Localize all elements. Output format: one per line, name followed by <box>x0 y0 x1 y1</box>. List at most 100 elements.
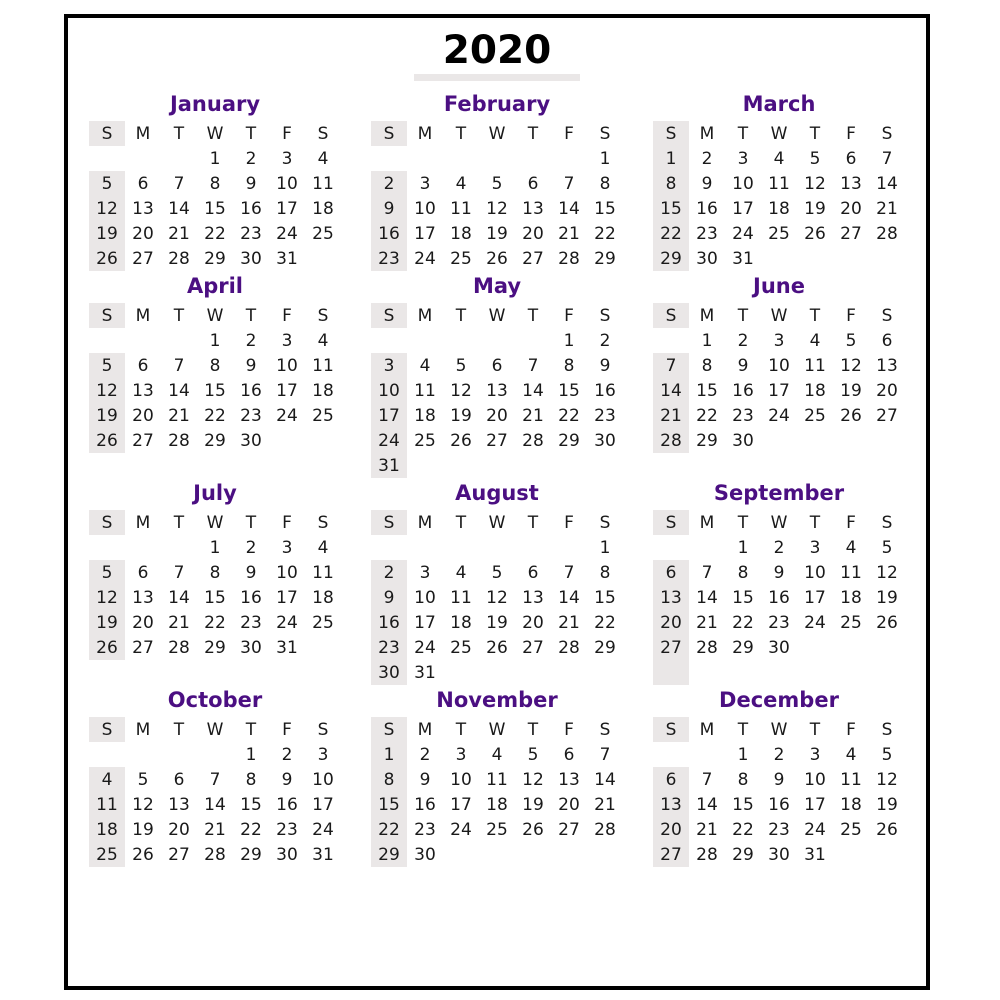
day-cell[interactable]: 10 <box>407 196 443 221</box>
day-cell[interactable]: 30 <box>233 246 269 271</box>
day-cell[interactable]: 10 <box>407 585 443 610</box>
day-cell[interactable]: 9 <box>233 353 269 378</box>
day-cell[interactable]: 25 <box>443 635 479 660</box>
day-cell[interactable]: 24 <box>371 428 407 453</box>
day-cell[interactable]: 30 <box>689 246 725 271</box>
day-cell[interactable]: 18 <box>443 221 479 246</box>
day-cell[interactable]: 19 <box>89 221 125 246</box>
day-cell[interactable]: 10 <box>269 353 305 378</box>
day-cell[interactable]: 6 <box>551 742 587 767</box>
day-cell[interactable]: 9 <box>689 171 725 196</box>
day-cell[interactable]: 9 <box>761 560 797 585</box>
day-cell[interactable]: 27 <box>125 246 161 271</box>
day-cell[interactable]: 29 <box>197 246 233 271</box>
day-cell[interactable]: 28 <box>161 246 197 271</box>
day-cell[interactable]: 6 <box>869 328 905 353</box>
day-cell[interactable]: 2 <box>233 328 269 353</box>
day-cell[interactable]: 20 <box>125 403 161 428</box>
day-cell[interactable]: 19 <box>89 403 125 428</box>
day-cell[interactable]: 10 <box>371 378 407 403</box>
day-cell[interactable]: 29 <box>653 246 689 271</box>
day-cell[interactable]: 20 <box>125 610 161 635</box>
day-cell[interactable]: 19 <box>89 610 125 635</box>
day-cell[interactable]: 28 <box>689 635 725 660</box>
day-cell[interactable]: 13 <box>161 792 197 817</box>
day-cell[interactable]: 17 <box>797 792 833 817</box>
day-cell[interactable]: 23 <box>761 610 797 635</box>
day-cell[interactable]: 6 <box>833 146 869 171</box>
day-cell[interactable]: 5 <box>515 742 551 767</box>
day-cell[interactable]: 7 <box>161 171 197 196</box>
day-cell[interactable]: 12 <box>833 353 869 378</box>
day-cell[interactable]: 3 <box>725 146 761 171</box>
day-cell[interactable]: 17 <box>269 196 305 221</box>
day-cell[interactable]: 11 <box>305 560 341 585</box>
day-cell[interactable]: 14 <box>869 171 905 196</box>
day-cell[interactable]: 23 <box>371 635 407 660</box>
day-cell[interactable]: 24 <box>443 817 479 842</box>
day-cell[interactable]: 2 <box>233 535 269 560</box>
day-cell[interactable]: 31 <box>407 660 443 685</box>
day-cell[interactable]: 8 <box>587 171 623 196</box>
day-cell[interactable]: 24 <box>269 610 305 635</box>
day-cell[interactable]: 27 <box>869 403 905 428</box>
day-cell[interactable]: 12 <box>89 196 125 221</box>
day-cell[interactable]: 15 <box>371 792 407 817</box>
day-cell[interactable]: 15 <box>587 585 623 610</box>
day-cell[interactable]: 27 <box>653 842 689 867</box>
day-cell[interactable]: 3 <box>407 171 443 196</box>
day-cell[interactable]: 10 <box>269 171 305 196</box>
day-cell[interactable]: 9 <box>269 767 305 792</box>
day-cell[interactable]: 2 <box>761 742 797 767</box>
day-cell[interactable]: 29 <box>197 635 233 660</box>
day-cell[interactable]: 17 <box>443 792 479 817</box>
day-cell[interactable]: 31 <box>725 246 761 271</box>
day-cell[interactable]: 26 <box>869 610 905 635</box>
day-cell[interactable]: 13 <box>125 196 161 221</box>
day-cell[interactable]: 24 <box>305 817 341 842</box>
day-cell[interactable]: 16 <box>587 378 623 403</box>
day-cell[interactable]: 5 <box>89 560 125 585</box>
day-cell[interactable]: 10 <box>797 767 833 792</box>
day-cell[interactable]: 20 <box>833 196 869 221</box>
day-cell[interactable]: 15 <box>551 378 587 403</box>
day-cell[interactable]: 20 <box>479 403 515 428</box>
day-cell[interactable]: 27 <box>125 428 161 453</box>
day-cell[interactable]: 6 <box>653 767 689 792</box>
day-cell[interactable]: 15 <box>197 585 233 610</box>
day-cell[interactable]: 28 <box>689 842 725 867</box>
day-cell[interactable]: 3 <box>269 535 305 560</box>
day-cell[interactable]: 11 <box>305 353 341 378</box>
day-cell[interactable]: 14 <box>587 767 623 792</box>
day-cell[interactable]: 4 <box>833 535 869 560</box>
day-cell[interactable]: 20 <box>161 817 197 842</box>
day-cell[interactable]: 21 <box>587 792 623 817</box>
day-cell[interactable]: 22 <box>653 221 689 246</box>
day-cell[interactable]: 9 <box>371 585 407 610</box>
day-cell[interactable]: 18 <box>305 585 341 610</box>
day-cell[interactable]: 4 <box>407 353 443 378</box>
day-cell[interactable]: 16 <box>233 585 269 610</box>
day-cell[interactable]: 22 <box>371 817 407 842</box>
day-cell[interactable]: 1 <box>689 328 725 353</box>
day-cell[interactable]: 6 <box>125 560 161 585</box>
day-cell[interactable]: 20 <box>515 610 551 635</box>
day-cell[interactable]: 4 <box>797 328 833 353</box>
day-cell[interactable]: 21 <box>551 221 587 246</box>
day-cell[interactable]: 6 <box>515 171 551 196</box>
day-cell[interactable]: 12 <box>443 378 479 403</box>
day-cell[interactable]: 13 <box>653 792 689 817</box>
day-cell[interactable]: 19 <box>125 817 161 842</box>
day-cell[interactable]: 31 <box>305 842 341 867</box>
day-cell[interactable]: 7 <box>551 171 587 196</box>
day-cell[interactable]: 18 <box>761 196 797 221</box>
day-cell[interactable]: 2 <box>689 146 725 171</box>
day-cell[interactable]: 5 <box>89 171 125 196</box>
day-cell[interactable]: 1 <box>197 328 233 353</box>
day-cell[interactable]: 27 <box>551 817 587 842</box>
day-cell[interactable]: 15 <box>689 378 725 403</box>
day-cell[interactable]: 11 <box>833 767 869 792</box>
day-cell[interactable]: 2 <box>371 171 407 196</box>
day-cell[interactable]: 8 <box>587 560 623 585</box>
day-cell[interactable]: 12 <box>869 560 905 585</box>
